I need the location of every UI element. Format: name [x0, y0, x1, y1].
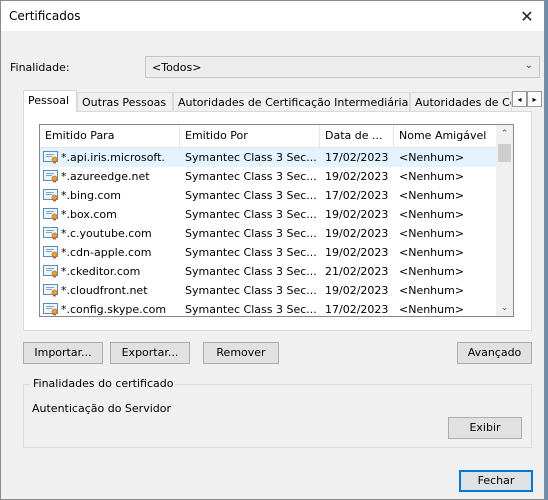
tab-strip: Pessoal Outras Pessoas Autoridades de Ce…: [23, 90, 542, 112]
cell-emitido-por: Symantec Class 3 Sec...: [185, 170, 317, 183]
table-row[interactable]: *.config.skype.com Symantec Class 3 Sec..…: [40, 300, 496, 316]
cell-emitido-por: Symantec Class 3 Sec...: [185, 208, 317, 221]
cell-nome-amigavel: <Nenhum>: [399, 189, 465, 202]
tab-scroll-left-icon[interactable]: ◂: [512, 91, 527, 107]
certificates-dialog: Certificados ✕ Finalidade: <Todos> ⌄ Pes…: [0, 0, 545, 500]
cell-emitido-por: Symantec Class 3 Sec...: [185, 265, 317, 278]
chevron-up-icon[interactable]: ⌃: [496, 125, 513, 142]
cell-data: 17/02/2023: [325, 189, 389, 202]
cell-emitido-para: *.cdn-apple.com: [61, 246, 152, 259]
importar-button[interactable]: Importar...: [23, 342, 103, 364]
cell-data: 19/02/2023: [325, 170, 389, 183]
table-row[interactable]: *.azureedge.net Symantec Class 3 Sec... 19…: [40, 167, 496, 186]
exportar-button[interactable]: Exportar...: [110, 342, 190, 364]
cell-emitido-por: Symantec Class 3 Sec...: [185, 284, 317, 297]
finalidades-legend: Finalidades do certificado: [31, 377, 176, 390]
certificate-icon: [43, 265, 59, 278]
finalidades-value: Autenticação do Servidor: [32, 402, 172, 415]
column-nome-amigavel[interactable]: Nome Amigável: [394, 125, 498, 147]
cell-emitido-para: *.config.skype.com: [61, 303, 167, 316]
fechar-button[interactable]: Fechar: [459, 470, 533, 492]
tab-pessoal[interactable]: Pessoal: [23, 90, 77, 112]
exibir-button[interactable]: Exibir: [448, 417, 522, 439]
cell-data: 19/02/2023: [325, 227, 389, 240]
certificate-icon: [43, 151, 59, 164]
column-data-expiracao[interactable]: Data de ...: [320, 125, 394, 147]
cell-data: 19/02/2023: [325, 246, 389, 259]
cell-data: 21/02/2023: [325, 265, 389, 278]
tab-autoridades-raiz[interactable]: Autoridades de Ce: [410, 92, 512, 111]
tab-autoridades-intermediarias[interactable]: Autoridades de Certificação Intermediári…: [173, 92, 410, 111]
cell-nome-amigavel: <Nenhum>: [399, 246, 465, 259]
certificate-icon: [43, 208, 59, 221]
cell-emitido-para: *.ckeditor.com: [61, 265, 141, 278]
avancado-button[interactable]: Avançado: [457, 342, 532, 364]
list-scrollbar[interactable]: ⌃ ⌄: [496, 125, 513, 316]
tab-outras-pessoas[interactable]: Outras Pessoas: [77, 92, 173, 111]
cell-emitido-por: Symantec Class 3 Sec...: [185, 189, 317, 202]
table-row[interactable]: *.bing.com Symantec Class 3 Sec... 17/02/2…: [40, 186, 496, 205]
finalidade-selected-value: <Todos>: [152, 61, 202, 74]
certificate-icon: [43, 189, 59, 202]
cell-emitido-por: Symantec Class 3 Sec...: [185, 227, 317, 240]
certificate-list[interactable]: Emitido Para Emitido Por Data de ... Nom…: [39, 124, 514, 317]
certificate-icon: [43, 246, 59, 259]
title-bar: Certificados ✕: [1, 1, 544, 31]
cell-data: 17/02/2023: [325, 303, 389, 316]
tab-label: Autoridades de Certificação Intermediári…: [178, 96, 410, 109]
cell-emitido-por: Symantec Class 3 Sec...: [185, 303, 317, 316]
remover-button[interactable]: Remover: [203, 342, 279, 364]
list-rows: *.api.iris.microsoft. Symantec Class 3 Se…: [40, 148, 496, 316]
tab-label: Pessoal: [28, 94, 69, 107]
column-emitido-para[interactable]: Emitido Para: [40, 125, 180, 147]
certificate-icon: [43, 284, 59, 297]
chevron-down-icon: ⌄: [524, 60, 533, 71]
close-icon[interactable]: ✕: [510, 1, 544, 31]
certificate-icon: [43, 303, 59, 316]
scroll-thumb[interactable]: [498, 144, 511, 162]
tab-panel-pessoal: Emitido Para Emitido Por Data de ... Nom…: [23, 111, 532, 331]
finalidade-select[interactable]: <Todos> ⌄: [145, 56, 540, 78]
tab-label: Autoridades de Ce: [415, 96, 512, 109]
table-row[interactable]: *.box.com Symantec Class 3 Sec... 19/02/20…: [40, 205, 496, 224]
cell-emitido-por: Symantec Class 3 Sec...: [185, 151, 317, 164]
table-row[interactable]: *.cdn-apple.com Symantec Class 3 Sec... 19…: [40, 243, 496, 262]
cell-data: 19/02/2023: [325, 208, 389, 221]
table-row[interactable]: *.api.iris.microsoft. Symantec Class 3 Se…: [40, 148, 496, 167]
cell-nome-amigavel: <Nenhum>: [399, 284, 465, 297]
finalidade-label: Finalidade:: [10, 61, 70, 74]
cell-emitido-para: *.c.youtube.com: [61, 227, 152, 240]
cell-nome-amigavel: <Nenhum>: [399, 208, 465, 221]
cell-emitido-para: *.api.iris.microsoft.: [61, 151, 165, 164]
cell-emitido-para: *.box.com: [61, 208, 117, 221]
tab-label: Outras Pessoas: [82, 96, 167, 109]
certificate-icon: [43, 227, 59, 240]
cell-nome-amigavel: <Nenhum>: [399, 303, 465, 316]
cell-data: 19/02/2023: [325, 284, 389, 297]
cell-nome-amigavel: <Nenhum>: [399, 151, 465, 164]
cell-emitido-para: *.cloudfront.net: [61, 284, 148, 297]
cell-emitido-por: Symantec Class 3 Sec...: [185, 246, 317, 259]
cell-data: 17/02/2023: [325, 151, 389, 164]
list-header: Emitido Para Emitido Por Data de ... Nom…: [40, 125, 498, 148]
cell-nome-amigavel: <Nenhum>: [399, 265, 465, 278]
column-emitido-por[interactable]: Emitido Por: [180, 125, 320, 147]
cell-nome-amigavel: <Nenhum>: [399, 227, 465, 240]
table-row[interactable]: *.c.youtube.com Symantec Class 3 Sec... 19…: [40, 224, 496, 243]
table-row[interactable]: *.ckeditor.com Symantec Class 3 Sec... 21/…: [40, 262, 496, 281]
cell-emitido-para: *.azureedge.net: [61, 170, 150, 183]
cell-nome-amigavel: <Nenhum>: [399, 170, 465, 183]
chevron-down-icon[interactable]: ⌄: [496, 299, 513, 316]
tab-scroll-right-icon[interactable]: ▸: [527, 91, 542, 107]
certificate-icon: [43, 170, 59, 183]
table-row[interactable]: *.cloudfront.net Symantec Class 3 Sec... 1…: [40, 281, 496, 300]
cell-emitido-para: *.bing.com: [61, 189, 121, 202]
window-title: Certificados: [9, 9, 81, 23]
